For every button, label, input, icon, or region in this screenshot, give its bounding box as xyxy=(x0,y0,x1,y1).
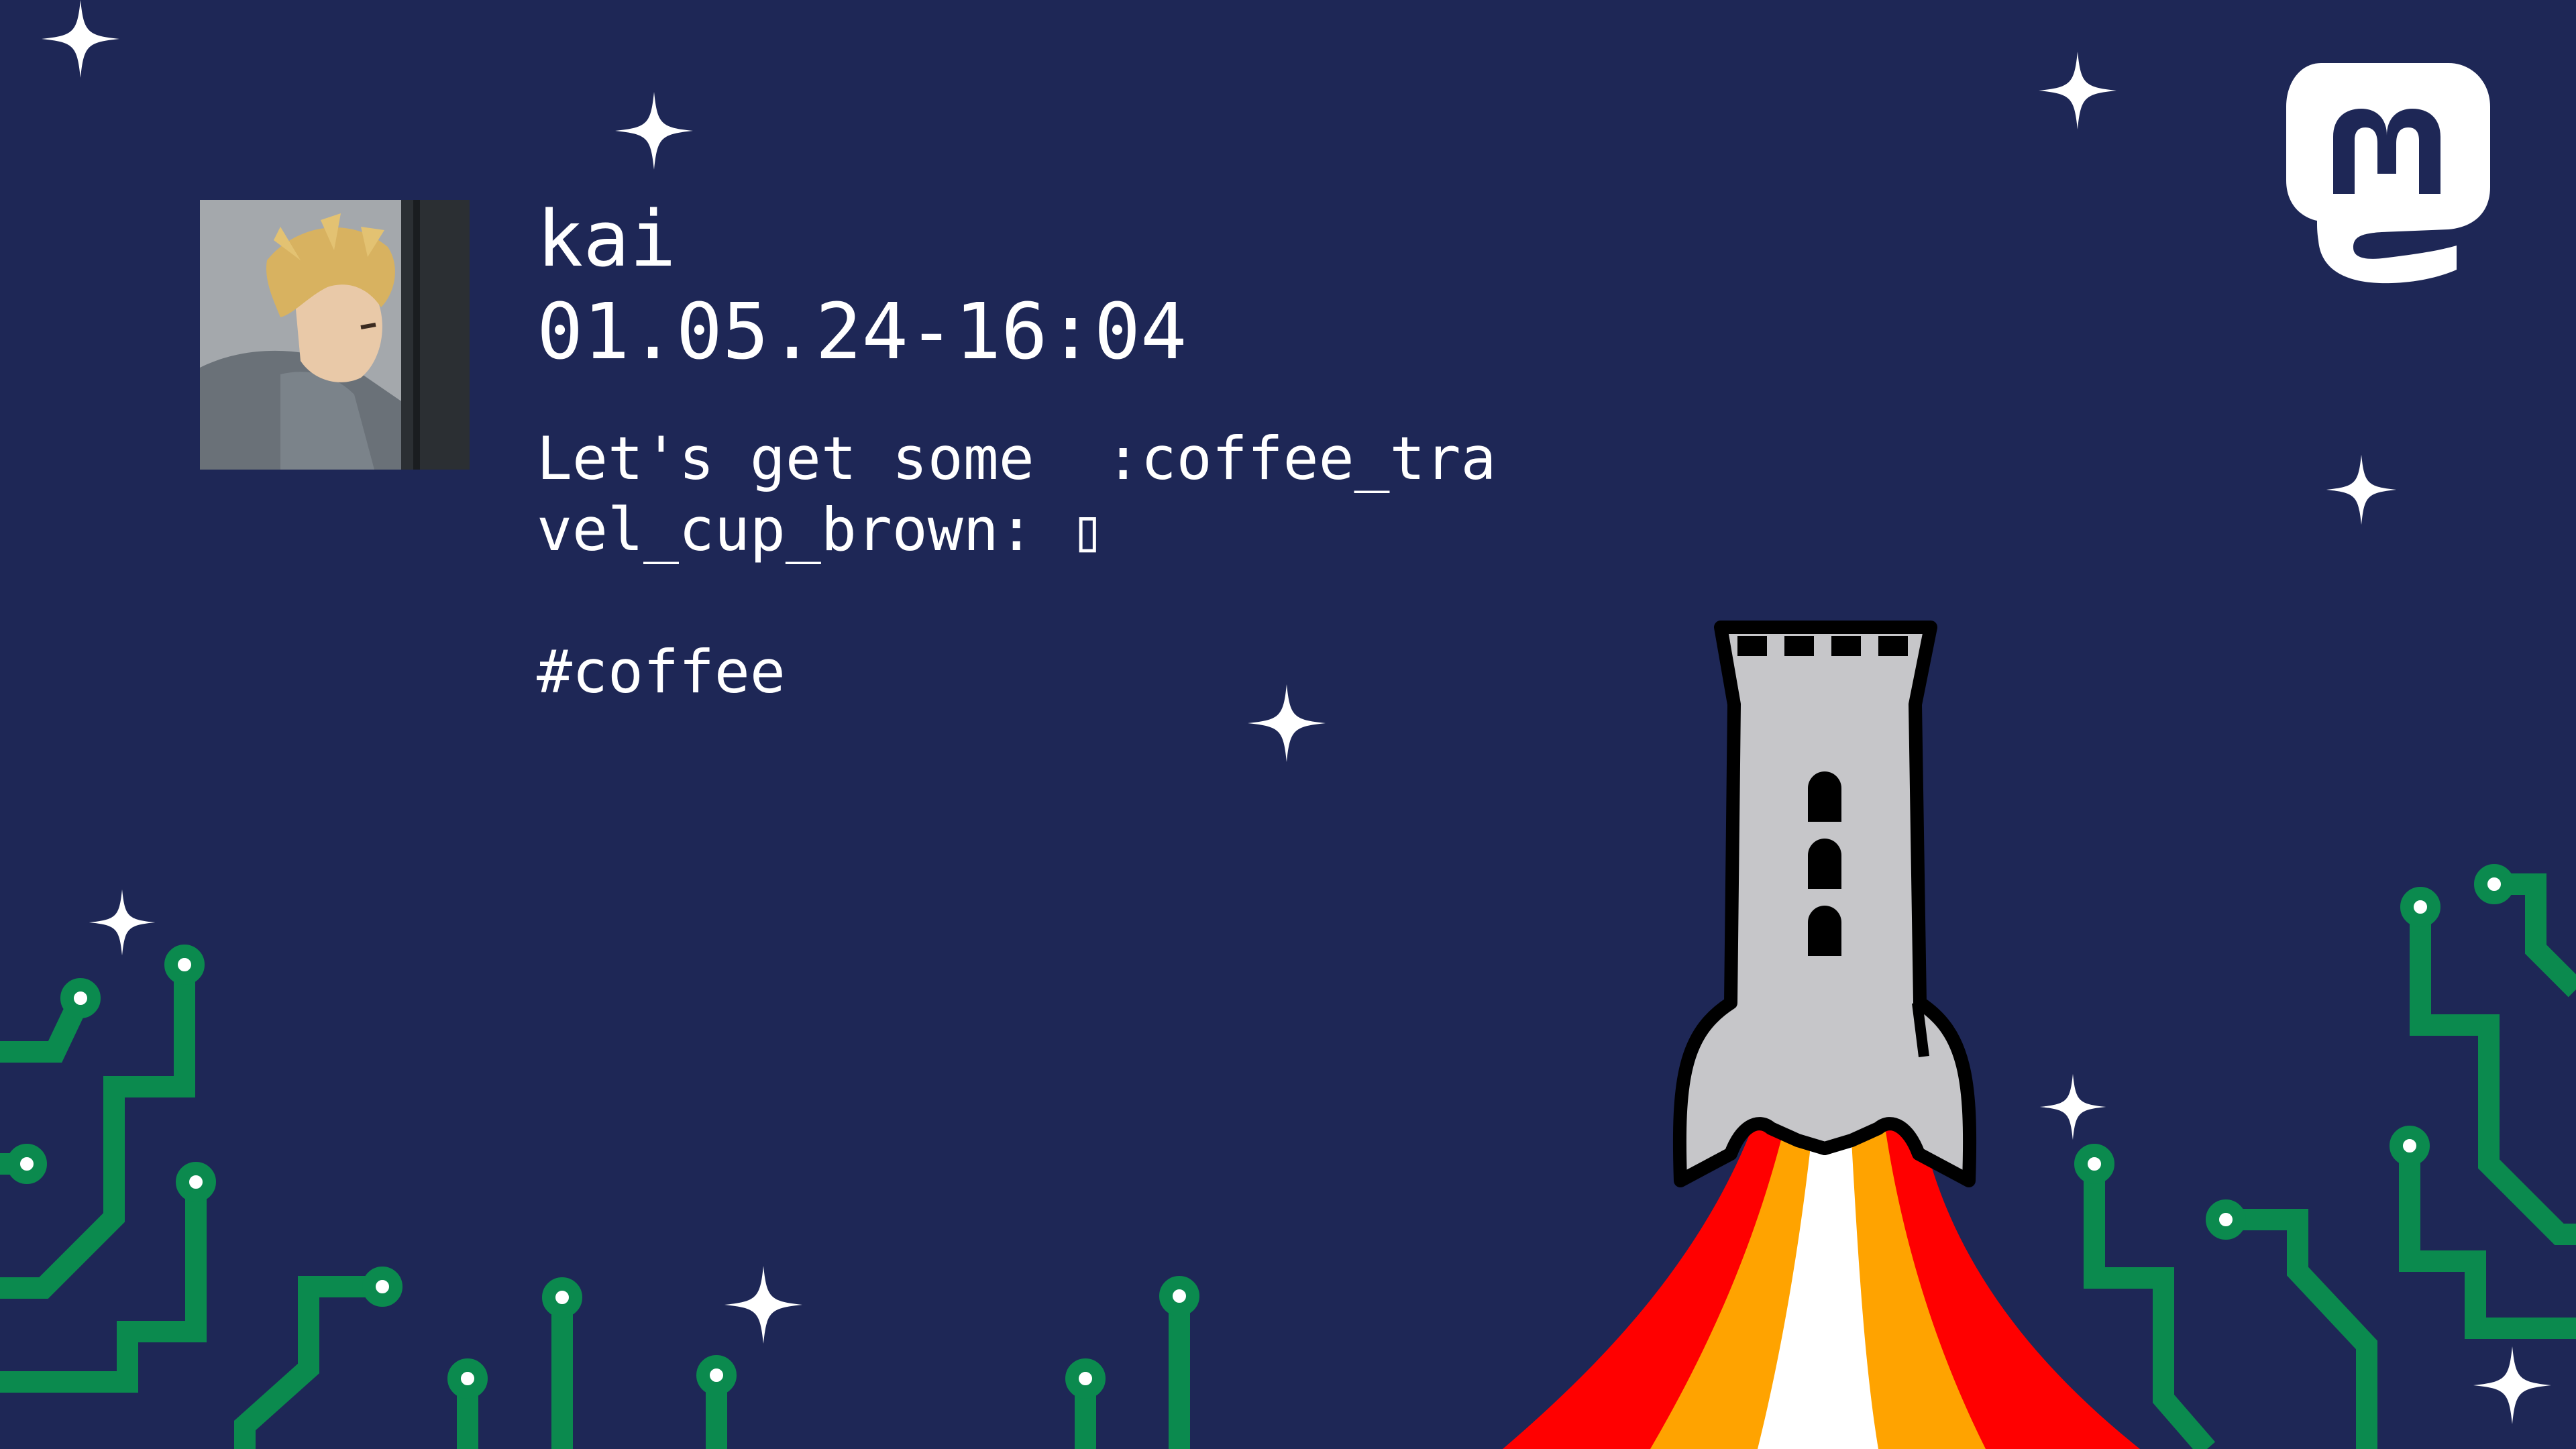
circuit-traces-left xyxy=(0,965,1190,1449)
star-icon xyxy=(724,1266,802,1344)
mastodon-logo-icon xyxy=(2286,63,2490,284)
avatar-anime-character xyxy=(200,200,470,470)
circuit-nodes-right xyxy=(2074,864,2514,1240)
username: kai xyxy=(537,195,676,284)
rocket-tower-icon xyxy=(1672,621,1977,1187)
post-content: Let's get some :coffee_travel_cup_brown:… xyxy=(537,424,1497,564)
avatar xyxy=(200,200,470,470)
post-body: kai 01.05.24-16:04 Let's get some :coffe… xyxy=(537,195,1543,708)
circuit-traces-right xyxy=(2084,873,2576,1449)
rocket-flame xyxy=(1503,1114,2140,1449)
star-icon xyxy=(2039,52,2116,129)
star-icon xyxy=(42,0,119,78)
hashtag-link[interactable]: #coffee xyxy=(537,637,1543,708)
star-icon xyxy=(2326,454,2397,525)
star-icon xyxy=(2473,1346,2551,1424)
star-icon xyxy=(89,889,156,956)
share-card: kai 01.05.24-16:04 Let's get some :coffe… xyxy=(0,0,2576,1449)
star-icon xyxy=(615,92,693,170)
post-timestamp: 01.05.24-16:04 xyxy=(537,287,1187,377)
star-icon xyxy=(2039,1073,2106,1140)
